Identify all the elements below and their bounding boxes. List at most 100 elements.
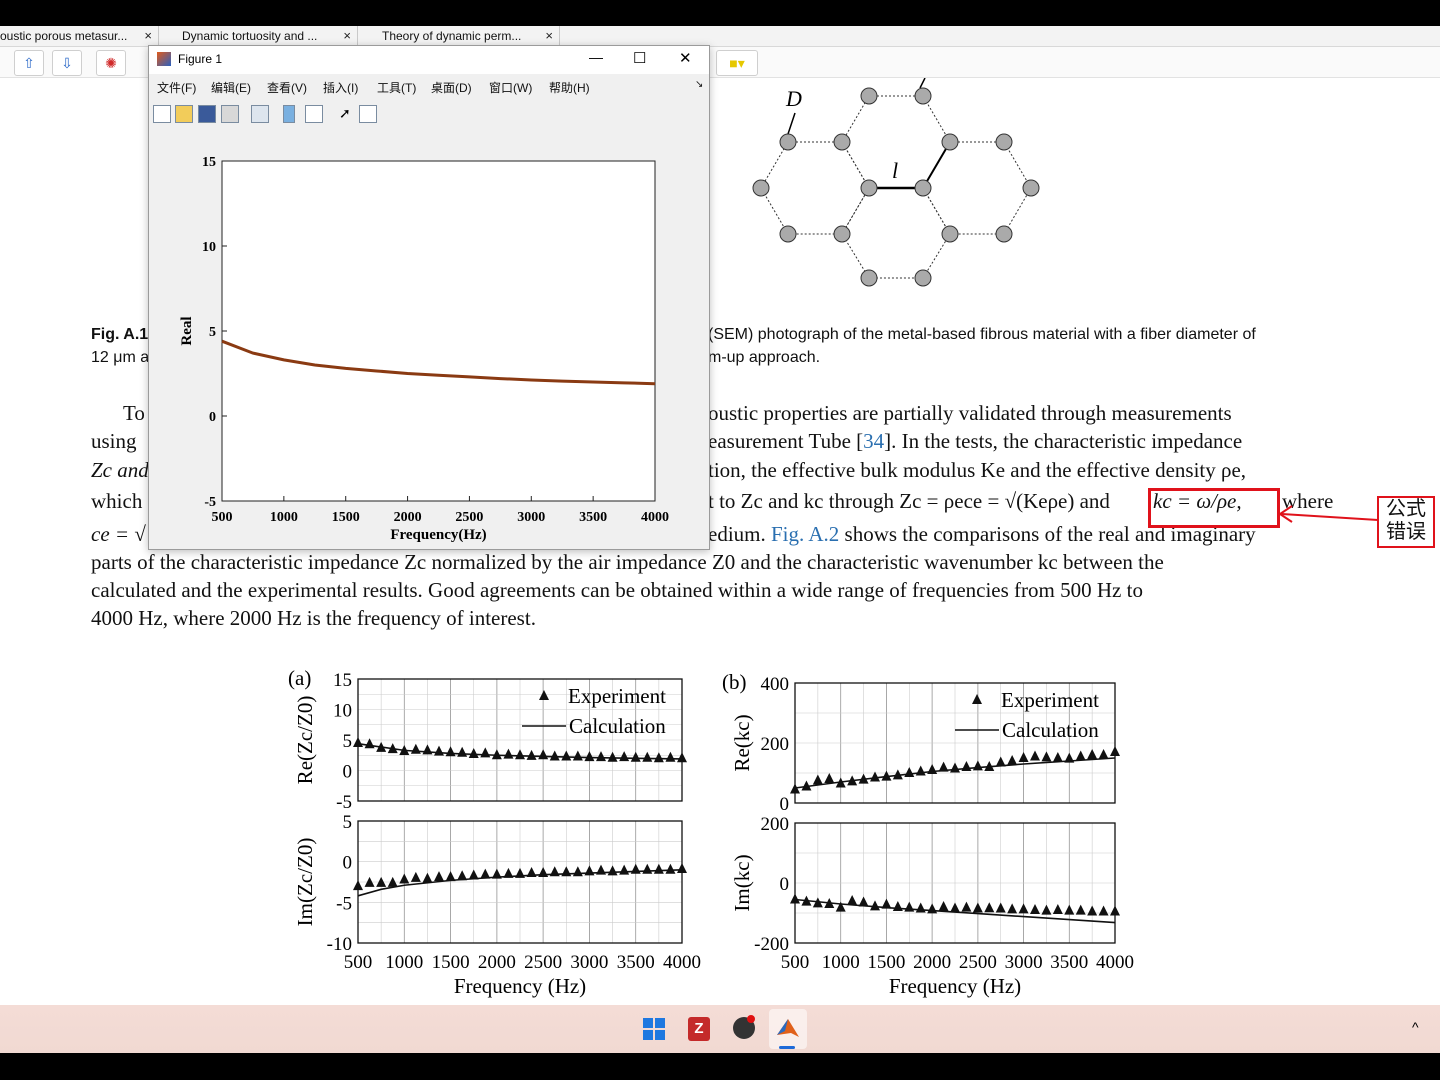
paragraph-fragment: using	[91, 429, 137, 453]
matlab-figure-window: Figure 1 — ☐ ✕ 文件(F) 编辑(E) 查看(V) 插入(I) 工…	[148, 45, 710, 550]
taskbar: Z ^	[0, 1005, 1440, 1053]
menu-tools[interactable]: 工具(T)	[377, 79, 416, 96]
new-file-icon[interactable]	[153, 105, 171, 123]
experiment-marker	[607, 751, 618, 762]
legend-label: Experiment	[568, 684, 666, 708]
paragraph-fragment: which	[91, 489, 143, 513]
open-folder-icon[interactable]	[175, 105, 193, 123]
experiment-marker	[642, 751, 653, 762]
zotero-icon[interactable]: Z	[688, 1017, 710, 1041]
close-button[interactable]: ✕	[679, 49, 692, 67]
tray-expand-icon[interactable]: ^	[1412, 1019, 1419, 1035]
figure-link[interactable]: Fig. A.2	[771, 522, 839, 546]
colorbar-icon[interactable]	[283, 105, 295, 123]
paragraph-line: easurement Tube [34]. In the tests, the …	[708, 429, 1243, 453]
legend-label: Calculation	[569, 714, 666, 738]
y-tick-label: 15	[333, 670, 352, 691]
tab-label: oustic porous metasur...	[0, 29, 128, 43]
experiment-marker	[984, 902, 995, 913]
print-icon[interactable]	[221, 105, 239, 123]
matlab-icon	[157, 52, 171, 66]
y-tick-label: 5	[343, 731, 353, 752]
y-tick-label: 0	[343, 762, 353, 783]
tab-bar: oustic porous metasur... × Dynamic tortu…	[0, 26, 1440, 47]
experiment-marker	[927, 903, 938, 914]
experiment-marker	[677, 752, 687, 763]
experiment-marker	[480, 868, 491, 879]
y-tick-label: 5	[343, 812, 353, 833]
experiment-marker	[892, 901, 903, 911]
y-tick-label: 0	[209, 410, 216, 425]
legend-icon[interactable]	[305, 105, 323, 123]
tab-item[interactable]: Theory of dynamic perm... ×	[360, 26, 560, 46]
tab-close-icon[interactable]: ×	[545, 26, 553, 46]
menu-view[interactable]: 查看(V)	[267, 79, 307, 96]
experiment-marker	[950, 902, 960, 913]
x-tick-label: 3500	[1050, 952, 1088, 973]
page-down-icon[interactable]: ⇩	[52, 50, 82, 76]
menu-file[interactable]: 文件(F)	[157, 79, 196, 96]
page-up-icon[interactable]: ⇧	[14, 50, 44, 76]
experiment-marker	[619, 751, 630, 762]
minimize-button[interactable]: —	[589, 49, 603, 65]
experiment-marker	[824, 773, 835, 783]
experiment-marker	[665, 751, 676, 762]
experiment-marker	[445, 746, 456, 757]
experiment-marker	[491, 749, 502, 760]
experiment-marker	[561, 866, 572, 877]
link-plot-icon[interactable]	[251, 105, 269, 123]
figure-menubar: 文件(F) 编辑(E) 查看(V) 插入(I) 工具(T) 桌面(D) 窗口(W…	[149, 76, 709, 98]
property-editor-icon[interactable]	[359, 105, 377, 123]
annotation-arrow-icon	[1278, 505, 1379, 523]
experiment-marker	[515, 867, 525, 878]
menu-window[interactable]: 窗口(W)	[489, 79, 532, 96]
experiment-marker	[995, 902, 1006, 913]
experiment-marker	[961, 901, 972, 912]
experiment-marker	[353, 880, 363, 891]
matlab-taskbar-button[interactable]	[769, 1009, 807, 1049]
maximize-button[interactable]: ☐	[633, 49, 646, 67]
y-axis-label: Im(Zc/Z0)	[293, 838, 317, 927]
y-axis-label: Real	[179, 316, 195, 345]
x-axis-label: Frequency(Hz)	[390, 527, 486, 543]
experiment-marker	[422, 872, 433, 883]
tab-item[interactable]: oustic porous metasur... ×	[0, 26, 159, 46]
legend-label: Experiment	[1001, 688, 1099, 712]
ai-assistant-icon[interactable]: ✺	[96, 50, 126, 76]
x-tick-label: 3000	[570, 952, 608, 973]
matlab-icon	[777, 1019, 799, 1037]
pointer-icon[interactable]: ➚	[339, 105, 351, 122]
y-tick-label: -5	[204, 495, 216, 510]
experiment-marker	[938, 901, 949, 911]
tab-item[interactable]: Dynamic tortuosity and ... ×	[160, 26, 358, 46]
experiment-marker	[1110, 746, 1120, 756]
x-tick-label: 1000	[270, 510, 298, 525]
y-tick-label: 200	[761, 814, 790, 835]
save-icon[interactable]	[198, 105, 216, 123]
menu-edit[interactable]: 编辑(E)	[211, 79, 251, 96]
menu-desktop[interactable]: 桌面(D)	[431, 79, 472, 96]
paragraph-line: tion, the effective bulk modulus Ke and …	[708, 458, 1247, 482]
experiment-marker	[1087, 749, 1098, 759]
experiment-marker	[410, 743, 421, 754]
x-tick-label: 2500	[959, 952, 997, 973]
windows-start-icon[interactable]	[643, 1018, 665, 1040]
highlight-color-icon[interactable]: ■▾	[716, 50, 758, 76]
menu-help[interactable]: 帮助(H)	[549, 79, 590, 96]
tab-close-icon[interactable]: ×	[144, 26, 152, 46]
fig-a1-caption: m-up approach.	[708, 349, 821, 366]
menu-insert[interactable]: 插入(I)	[323, 79, 358, 96]
paragraph-line: parts of the characteristic impedance Zc…	[91, 550, 1164, 574]
tab-close-icon[interactable]: ×	[343, 26, 351, 46]
fig-a1-caption: (SEM) photograph of the metal-based fibr…	[708, 326, 1256, 343]
paragraph-fragment: To	[123, 401, 145, 425]
experiment-marker	[515, 749, 525, 760]
reference-link[interactable]: 34	[863, 429, 884, 453]
x-tick-label: 4000	[641, 510, 669, 525]
experiment-marker	[480, 747, 491, 758]
experiment-marker	[812, 774, 823, 785]
experiment-marker	[468, 748, 479, 759]
menu-expand-icon[interactable]: ↘	[695, 79, 703, 90]
recording-indicator-icon	[747, 1015, 755, 1023]
y-axis-label: Re(Zc/Z0)	[293, 696, 317, 785]
